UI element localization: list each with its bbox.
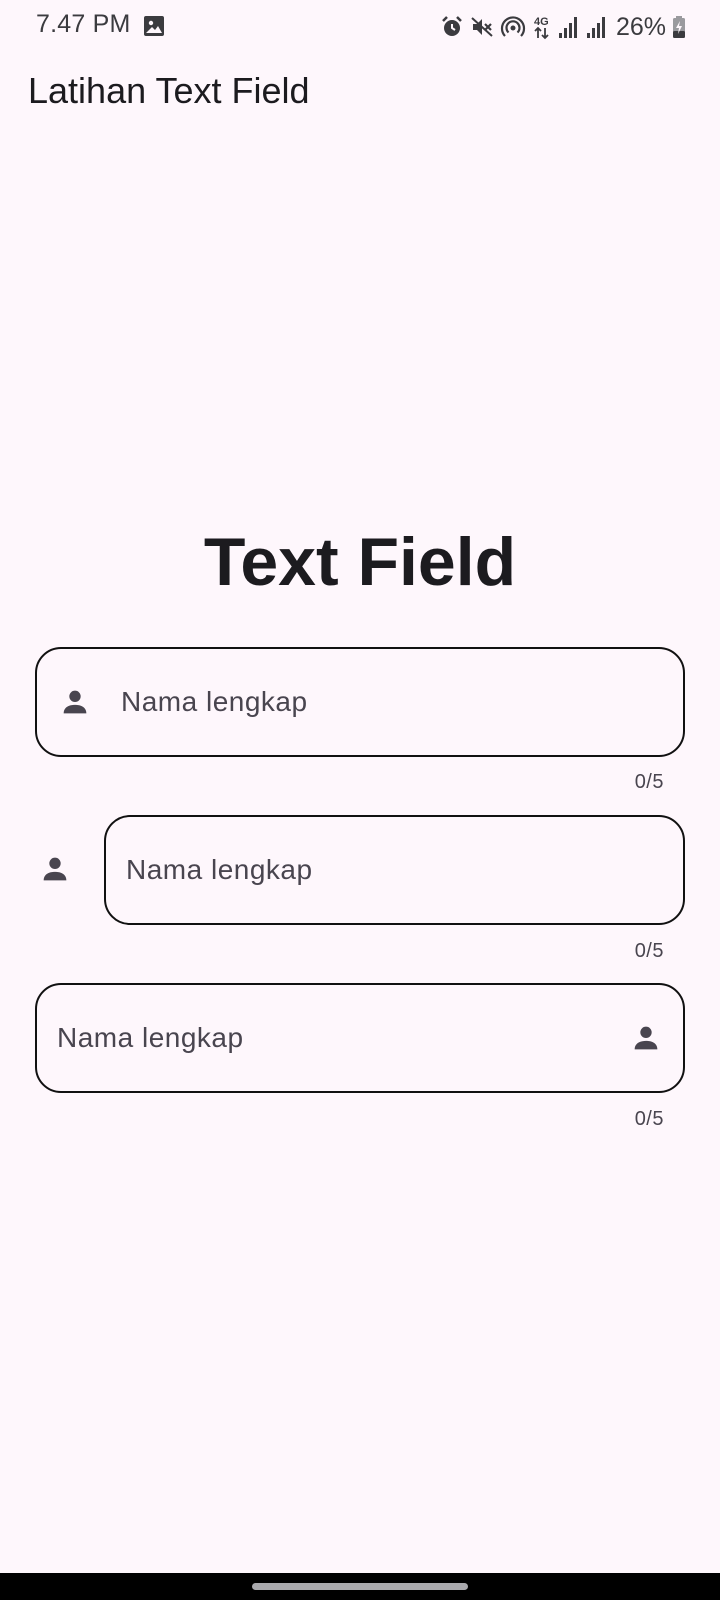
battery-percentage: 26% bbox=[615, 12, 666, 41]
name-field-placeholder: Nama lengkap bbox=[121, 686, 308, 717]
character-counter: 0/5 bbox=[634, 771, 664, 793]
status-time: 7.47 PM bbox=[36, 10, 131, 38]
person-icon bbox=[58, 685, 92, 719]
name-field-placeholder: Nama lengkap bbox=[126, 854, 313, 885]
app-bar-title: Latihan Text Field bbox=[28, 70, 310, 111]
signal-icon bbox=[558, 15, 580, 39]
character-counter: 0/5 bbox=[634, 1108, 664, 1130]
gallery-icon bbox=[143, 15, 165, 37]
battery-charging-icon bbox=[672, 15, 686, 39]
mute-icon bbox=[470, 15, 494, 39]
name-field-prefix-icon[interactable]: Nama lengkap bbox=[35, 647, 685, 757]
status-bar: 7.47 PM 4G 26% bbox=[0, 0, 720, 54]
person-icon bbox=[38, 852, 72, 886]
svg-text:4G: 4G bbox=[534, 16, 549, 28]
4g-icon: 4G bbox=[532, 14, 552, 40]
signal-icon bbox=[586, 15, 608, 39]
name-field-suffix-icon[interactable]: Nama lengkap bbox=[35, 983, 685, 1093]
status-icons: 4G 26% bbox=[440, 12, 686, 42]
hotspot-icon bbox=[500, 15, 526, 39]
name-field-outside-icon[interactable]: Nama lengkap bbox=[104, 815, 685, 925]
home-gesture-handle[interactable] bbox=[252, 1583, 468, 1590]
person-icon bbox=[629, 1021, 663, 1055]
name-field-placeholder: Nama lengkap bbox=[57, 1022, 244, 1053]
page-heading: Text Field bbox=[203, 524, 517, 600]
system-navigation-bar bbox=[0, 1573, 720, 1600]
character-counter: 0/5 bbox=[634, 940, 664, 962]
alarm-icon bbox=[440, 15, 464, 39]
